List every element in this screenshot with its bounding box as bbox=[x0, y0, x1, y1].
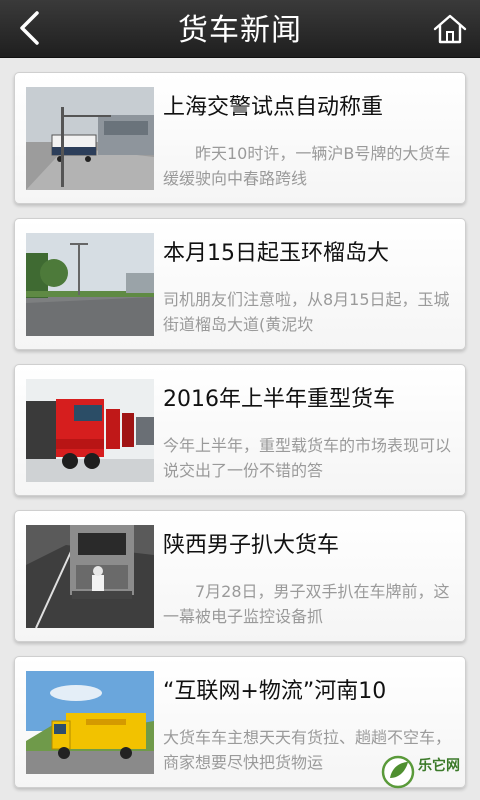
news-thumbnail bbox=[26, 671, 154, 774]
watermark-text: 乐它网 bbox=[418, 758, 460, 774]
home-button[interactable] bbox=[428, 8, 472, 50]
page-title: 货车新闻 bbox=[178, 13, 302, 48]
news-item[interactable]: 陕西男子扒大货车 7月28日，男子双手扒在车牌前，这一幕被电子监控设备抓 bbox=[14, 510, 466, 642]
news-item[interactable]: 上海交警试点自动称重 昨天10时许，一辆沪B号牌的大货车缓缓驶向中春路跨线 bbox=[14, 72, 466, 204]
news-summary: 昨天10时许，一辆沪B号牌的大货车缓缓驶向中春路跨线 bbox=[163, 144, 451, 188]
news-summary: 今年上半年，重型载货车的市场表现可以说交出了一份不错的答 bbox=[163, 436, 452, 480]
news-thumbnail bbox=[26, 379, 154, 482]
news-summary: 司机朋友们注意啦，从8月15日起，玉城街道榴岛大道(黄泥坎 bbox=[163, 290, 450, 334]
news-title: “互联网+物流”河南10 bbox=[163, 679, 387, 704]
news-thumbnail bbox=[26, 87, 154, 190]
news-item[interactable]: 2016年上半年重型货车 今年上半年，重型载货车的市场表现可以说交出了一份不错的… bbox=[14, 364, 466, 496]
news-title: 2016年上半年重型货车 bbox=[163, 387, 395, 412]
news-item[interactable]: 本月15日起玉环榴岛大 司机朋友们注意啦，从8月15日起，玉城街道榴岛大道(黄泥… bbox=[14, 218, 466, 350]
home-icon bbox=[433, 14, 467, 44]
news-title: 本月15日起玉环榴岛大 bbox=[163, 241, 389, 266]
news-summary: 7月28日，男子双手扒在车牌前，这一幕被电子监控设备抓 bbox=[163, 582, 450, 626]
news-title: 上海交警试点自动称重 bbox=[163, 95, 384, 120]
leaf-icon bbox=[381, 755, 415, 789]
news-title: 陕西男子扒大货车 bbox=[163, 533, 340, 558]
news-thumbnail bbox=[26, 525, 154, 628]
top-bar: 货车新闻 bbox=[0, 0, 480, 58]
watermark-logo: 乐它网 bbox=[380, 752, 472, 792]
news-thumbnail bbox=[26, 233, 154, 336]
